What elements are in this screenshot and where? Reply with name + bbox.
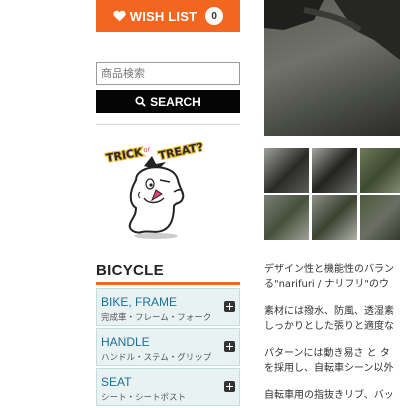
jacket-photo xyxy=(264,0,400,60)
divider xyxy=(96,124,240,125)
category-item-subtitle: 完成車・フレーム・フォーク xyxy=(101,313,212,323)
category-item-subtitle: ハンドル・ステム・グリップ xyxy=(101,353,212,363)
search-button[interactable]: SEARCH xyxy=(96,90,240,113)
heart-icon xyxy=(113,10,126,22)
halloween-banner[interactable]: TRICK or TREAT? xyxy=(100,134,212,242)
plus-square-icon[interactable] xyxy=(224,301,235,312)
plus-square-icon[interactable] xyxy=(224,381,235,392)
description-paragraph: デザイン性と機能性のバラン る"narifuri / ナリフリ"のウ xyxy=(264,262,400,292)
description-line: を採用し、自転車シーン以外 xyxy=(264,363,394,374)
svg-text:TREAT?: TREAT? xyxy=(158,140,205,162)
left-sidebar: WISH LIST 0 SEARCH TRICK or TREAT? xyxy=(96,0,240,406)
description-line: しっかりとした張りと適度な xyxy=(264,321,394,332)
wishlist-label: WISH LIST xyxy=(129,8,198,24)
product-detail: デザイン性と機能性のバラン る"narifuri / ナリフリ"のウ 素材には撥… xyxy=(264,0,400,400)
product-main-photo[interactable] xyxy=(264,0,400,136)
category-list: BIKE, FRAME 完成車・フレーム・フォーク HANDLE ハンドル・ステ… xyxy=(96,288,240,408)
thumbnail-image[interactable] xyxy=(360,148,400,193)
description-paragraph: 素材には撥水、防風、透湿素 しっかりとした張りと適度な xyxy=(264,304,400,334)
search-input[interactable] xyxy=(96,62,240,85)
category-item-bike-frame[interactable]: BIKE, FRAME 完成車・フレーム・フォーク xyxy=(96,288,240,326)
magnifier-icon xyxy=(135,96,146,107)
ghost-illustration: TRICK or TREAT? xyxy=(104,139,205,239)
category-item-seat[interactable]: SEAT シート・シートポスト xyxy=(96,368,240,406)
svg-text:or: or xyxy=(143,145,152,154)
thumbnail-image[interactable] xyxy=(360,195,400,240)
category-title-underline xyxy=(96,282,240,285)
description-paragraph: 自転車用の指抜きリブ、バッ xyxy=(264,388,400,400)
thumbnail-image[interactable] xyxy=(264,195,309,240)
category-item-name[interactable]: HANDLE xyxy=(101,335,150,349)
search-button-label: SEARCH xyxy=(150,94,201,109)
svg-text:TRICK: TRICK xyxy=(105,146,144,165)
description-line: 自転車用の指抜きリブ、バッ xyxy=(264,390,394,400)
category-item-subtitle: シート・シートポスト xyxy=(101,393,187,403)
description-line: パターンには動き易さ と タ xyxy=(264,348,390,359)
description-paragraph: パターンには動き易さ と タ を採用し、自転車シーン以外 xyxy=(264,346,400,376)
description-line: る"narifuri / ナリフリ"のウ xyxy=(264,279,390,290)
description-line: 素材には撥水、防風、透湿素 xyxy=(264,306,394,317)
category-item-name[interactable]: SEAT xyxy=(101,375,131,389)
thumbnail-image[interactable] xyxy=(264,148,309,193)
category-title: BICYCLE xyxy=(96,262,164,279)
wishlist-button[interactable]: WISH LIST 0 xyxy=(96,0,240,32)
category-item-handle[interactable]: HANDLE ハンドル・ステム・グリップ xyxy=(96,328,240,366)
thumbnail-image[interactable] xyxy=(312,195,357,240)
product-description: デザイン性と機能性のバラン る"narifuri / ナリフリ"のウ 素材には撥… xyxy=(264,262,400,400)
category-item-name[interactable]: BIKE, FRAME xyxy=(101,295,177,309)
plus-square-icon[interactable] xyxy=(224,341,235,352)
wishlist-count-badge: 0 xyxy=(205,7,224,25)
thumbnail-image[interactable] xyxy=(312,148,357,193)
description-line: デザイン性と機能性のバラン xyxy=(264,264,394,275)
